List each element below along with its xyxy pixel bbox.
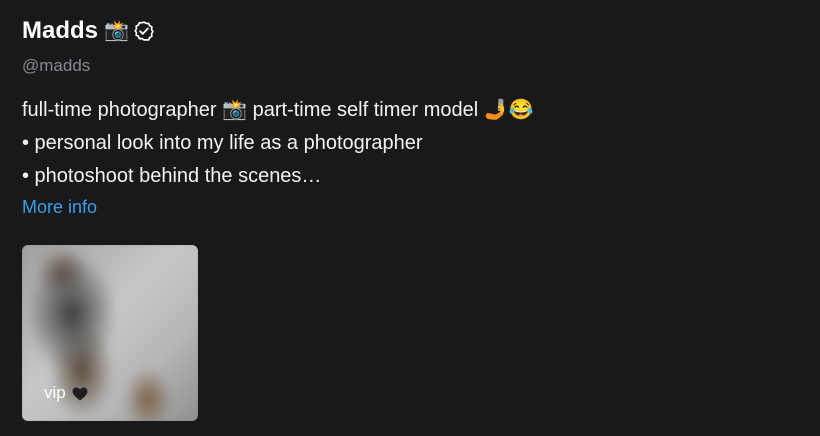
more-info-link[interactable]: More info xyxy=(22,197,97,218)
profile-header: Madds 📸 @madds full-time photographer 📸 … xyxy=(0,0,820,436)
highlight-vip[interactable]: vip xyxy=(22,245,198,421)
black-heart-icon xyxy=(72,386,88,401)
bio-line: • personal look into my life as a photog… xyxy=(22,132,423,154)
camera-flash-emoji: 📸 xyxy=(104,20,129,42)
name-row: Madds 📸 xyxy=(22,14,798,48)
username-handle: @madds xyxy=(22,56,91,75)
highlight-title: vip xyxy=(44,383,66,402)
bio: full-time photographer 📸 part-time self … xyxy=(22,94,798,193)
verified-check-icon xyxy=(133,20,155,42)
highlight-label: vip xyxy=(44,383,88,403)
display-name: Madds xyxy=(22,17,99,44)
bio-line: full-time photographer 📸 part-time self … xyxy=(22,99,534,121)
bio-line: • photoshoot behind the scenes… xyxy=(22,165,322,187)
